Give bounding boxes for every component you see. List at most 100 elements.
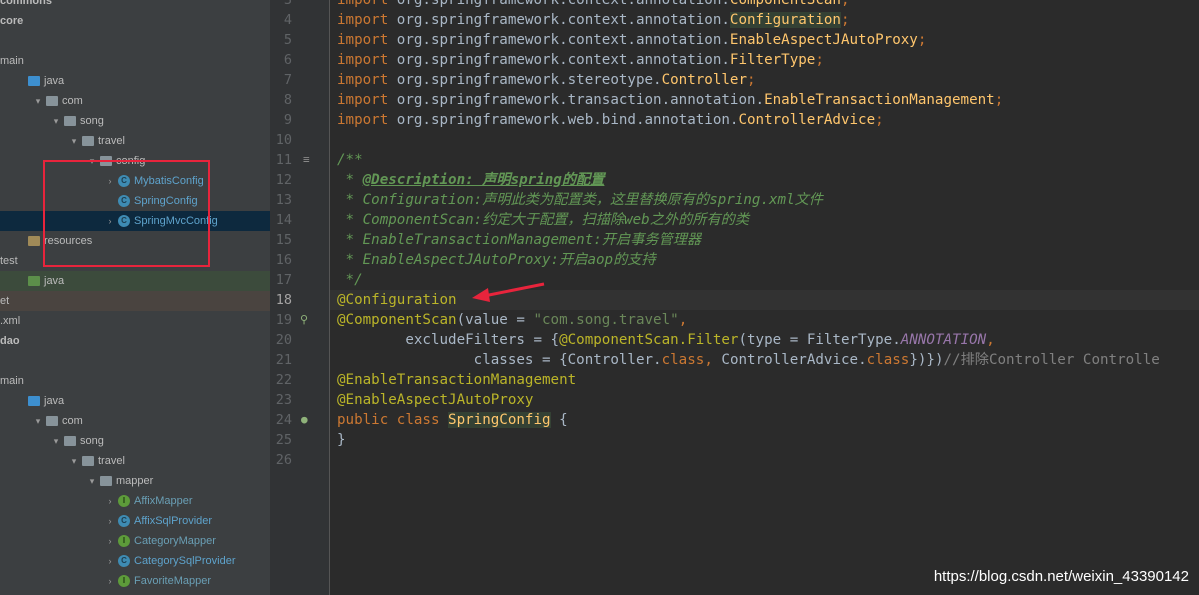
code-line-3: import org.springframework.context.annot…: [337, 0, 850, 8]
tree-item[interactable]: › I AffixMapper: [0, 491, 270, 511]
tree-item-label: CategoryMapper: [134, 535, 216, 547]
tree-item[interactable]: ▾ song: [0, 431, 270, 451]
tree-item[interactable]: .xml: [0, 311, 270, 331]
code-line-16: * EnableAspectJAutoProxy:开启aop的支持: [337, 252, 656, 268]
tree-item[interactable]: › C CategorySqlProvider: [0, 551, 270, 571]
tree-item-label: main: [0, 55, 24, 67]
folder-icon: [64, 436, 76, 446]
code-line-15: * EnableTransactionManagement:开启事务管理器: [337, 232, 702, 248]
line-number: 21: [275, 352, 292, 368]
line-number: 17: [275, 272, 292, 288]
tree-item-label: AffixSqlProvider: [134, 515, 213, 527]
spring-bean-icon[interactable]: ●: [301, 410, 308, 430]
tree-item-label: .xml: [0, 315, 21, 327]
line-number: 4: [283, 12, 292, 28]
interface-icon: I: [118, 495, 130, 507]
tree-item-label: song: [80, 435, 104, 447]
tree-item[interactable]: [0, 351, 270, 371]
line-number: 12: [275, 172, 292, 188]
tree-item-label: core: [0, 15, 24, 27]
tree-item[interactable]: ▾ com: [0, 411, 270, 431]
chevron-right-icon[interactable]: ›: [105, 551, 115, 571]
line-number: 7: [283, 72, 292, 88]
chevron-down-icon[interactable]: ▾: [33, 91, 43, 111]
class-icon: C: [118, 555, 130, 567]
code-line-24: public class SpringConfig {: [337, 412, 568, 428]
tree-item[interactable]: dao: [0, 331, 270, 351]
code-line-25: }: [337, 432, 346, 448]
line-number: 3: [283, 0, 292, 8]
tree-item[interactable]: main: [0, 371, 270, 391]
tree-item-label: java: [44, 395, 65, 407]
fold-icon[interactable]: ≡: [303, 150, 310, 170]
red-arrow-annotation: [472, 282, 545, 302]
tree-item-label: FavoriteMapper: [134, 575, 212, 587]
tree-item[interactable]: ▾ mapper: [0, 471, 270, 491]
tree-item[interactable]: java: [0, 271, 270, 291]
code-line-11: /**: [337, 152, 363, 168]
code-line-12: * @Description: 声明spring的配置: [337, 172, 605, 188]
chevron-right-icon[interactable]: ›: [105, 531, 115, 551]
tree-item[interactable]: ▾ travel: [0, 451, 270, 471]
code-line-4: import org.springframework.context.annot…: [337, 12, 850, 28]
tree-item-label: mapper: [116, 475, 154, 487]
tree-item[interactable]: ▾ travel: [0, 131, 270, 151]
line-number: 26: [275, 452, 292, 468]
code-line-23: @EnableAspectJAutoProxy: [337, 392, 534, 408]
tree-item[interactable]: java: [0, 71, 270, 91]
interface-icon: I: [118, 535, 130, 547]
tree-item[interactable]: › I FavoriteMapper: [0, 571, 270, 591]
line-number: 5: [283, 32, 292, 48]
tree-item-label: java: [44, 75, 65, 87]
folder-icon: [28, 276, 40, 286]
chevron-right-icon[interactable]: ›: [105, 491, 115, 511]
line-number: 15: [275, 232, 292, 248]
tree-item[interactable]: core: [0, 11, 270, 31]
folder-icon: [46, 96, 58, 106]
tree-item[interactable]: › C AffixSqlProvider: [0, 511, 270, 531]
tree-item-label: dao: [0, 335, 20, 347]
tree-item-label: commons: [0, 0, 52, 7]
line-number: 9: [283, 112, 292, 128]
folder-icon: [28, 396, 40, 406]
tree-item[interactable]: main: [0, 51, 270, 71]
line-number: 18: [275, 292, 292, 308]
folder-icon: [82, 456, 94, 466]
tree-item-label: com: [62, 95, 83, 107]
line-number: 13: [275, 192, 292, 208]
folder-icon: [64, 116, 76, 126]
chevron-down-icon[interactable]: ▾: [69, 451, 79, 471]
watermark: https://blog.csdn.net/weixin_43390142: [933, 568, 1189, 585]
code-line-7: import org.springframework.stereotype.Co…: [337, 72, 756, 88]
tree-item[interactable]: et: [0, 291, 270, 311]
chevron-down-icon[interactable]: ▾: [51, 431, 61, 451]
tree-item[interactable]: › I CategoryMapper: [0, 531, 270, 551]
code-editor[interactable]: import org.springframework.context.annot…: [330, 0, 1199, 595]
chevron-right-icon[interactable]: ›: [105, 511, 115, 531]
line-number: 10: [275, 132, 292, 148]
chevron-down-icon[interactable]: ▾: [33, 411, 43, 431]
bean-scan-icon[interactable]: ⚲: [300, 310, 308, 330]
code-line-5: import org.springframework.context.annot…: [337, 32, 927, 48]
tree-item[interactable]: [0, 31, 270, 51]
tree-item[interactable]: commons: [0, 0, 270, 11]
chevron-right-icon[interactable]: ›: [105, 571, 115, 591]
folder-icon: [28, 76, 40, 86]
code-line-8: import org.springframework.transaction.a…: [337, 92, 1004, 108]
chevron-down-icon[interactable]: ▾: [87, 471, 97, 491]
chevron-down-icon[interactable]: ▾: [51, 111, 61, 131]
code-line-14: * ComponentScan:约定大于配置，扫描除web之外的所有的类: [337, 212, 750, 228]
tree-item[interactable]: java: [0, 391, 270, 411]
highlight-box: [43, 160, 210, 267]
tree-item[interactable]: ▾ com: [0, 91, 270, 111]
class-icon: C: [118, 515, 130, 527]
code-line-9: import org.springframework.web.bind.anno…: [337, 112, 884, 128]
line-number: 11: [275, 152, 292, 168]
line-number: 23: [275, 392, 292, 408]
tree-item-label: travel: [98, 455, 125, 467]
project-tree: commons core main java ▾ com ▾ song ▾ travel ▾ conf…: [0, 0, 270, 595]
line-number: 25: [275, 432, 292, 448]
tree-item-label: java: [44, 275, 65, 287]
chevron-down-icon[interactable]: ▾: [69, 131, 79, 151]
tree-item[interactable]: ▾ song: [0, 111, 270, 131]
